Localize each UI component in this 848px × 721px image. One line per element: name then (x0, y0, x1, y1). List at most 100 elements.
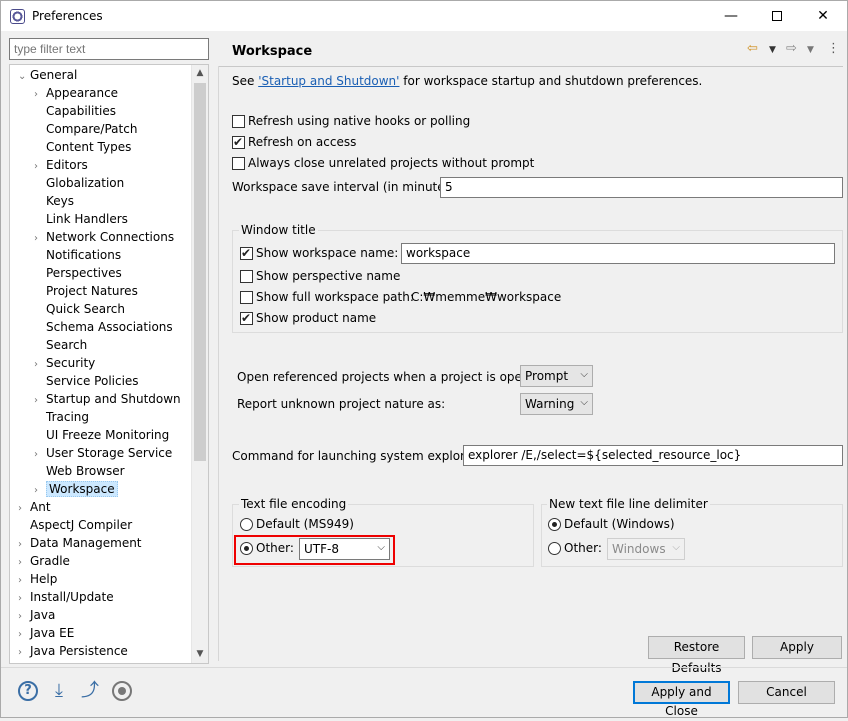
tree-item[interactable]: Notifications (34, 246, 121, 264)
save-interval-field[interactable]: 5 (440, 177, 843, 198)
tree-item[interactable]: Search (34, 336, 87, 354)
tree-item[interactable]: Web Browser (34, 462, 125, 480)
tree-item[interactable]: › Workspace (34, 480, 118, 498)
tree-item[interactable]: › Help (18, 570, 57, 588)
import-icon[interactable]: ⤓ (49, 681, 69, 701)
collapsed-arrow-icon[interactable]: › (18, 644, 28, 662)
tree-item[interactable]: Schema Associations (34, 318, 173, 336)
collapsed-arrow-icon[interactable]: › (18, 536, 28, 554)
collapsed-arrow-icon[interactable]: › (34, 446, 44, 464)
back-arrow-icon[interactable]: ⇦ (747, 41, 758, 56)
export-icon[interactable]: ⤴ (80, 681, 100, 701)
tree-item[interactable]: Service Policies (34, 372, 139, 390)
tree-item-label: Java EE (30, 626, 75, 640)
preferences-tree[interactable]: ›JPT Warnings›Java Persistence›Java EE›J… (9, 64, 209, 664)
filter-input[interactable] (9, 38, 209, 60)
tree-item[interactable]: Quick Search (34, 300, 125, 318)
help-icon[interactable]: ? (18, 681, 38, 701)
tree-item[interactable]: Compare/Patch (34, 120, 137, 138)
tree-item[interactable]: › Java Persistence (18, 642, 128, 660)
tree-item-label: Java (30, 608, 56, 622)
maximize-button[interactable] (754, 1, 800, 31)
full-path-value: C:₩memme₩workspace (411, 290, 562, 304)
tree-item[interactable]: UI Freeze Monitoring (34, 426, 169, 444)
collapsed-arrow-icon[interactable]: › (34, 86, 44, 104)
collapsed-arrow-icon[interactable]: › (34, 230, 44, 248)
tree-item-label: User Storage Service (46, 446, 173, 460)
record-icon[interactable] (112, 681, 132, 701)
tree-item[interactable]: Link Handlers (34, 210, 128, 228)
tree-item[interactable]: › User Storage Service (34, 444, 172, 462)
chevron-down-icon: ⌵ (580, 369, 588, 380)
tree-item[interactable]: › Data Management (18, 534, 142, 552)
collapsed-arrow-icon[interactable]: › (18, 572, 28, 590)
forward-dropdown-icon[interactable]: ▼ (807, 45, 814, 55)
tree-item[interactable]: › Network Connections (34, 228, 174, 246)
eclipse-app-icon (10, 9, 25, 24)
collapsed-arrow-icon[interactable]: › (18, 500, 28, 518)
apply-button[interactable]: Apply (752, 636, 842, 659)
view-menu-icon[interactable]: ⋮ (827, 41, 840, 56)
tree-item[interactable]: Globalization (34, 174, 124, 192)
restore-defaults-button[interactable]: Restore Defaults (648, 636, 745, 675)
show-full-path-checkbox[interactable] (240, 291, 253, 304)
scroll-down-icon[interactable]: ▼ (192, 646, 208, 663)
scroll-up-icon[interactable]: ▲ (192, 65, 208, 82)
collapsed-arrow-icon[interactable]: › (34, 482, 44, 500)
collapsed-arrow-icon[interactable]: › (34, 356, 44, 374)
minimize-button[interactable]: — (708, 1, 754, 31)
scroll-thumb[interactable] (194, 83, 206, 461)
tree-item[interactable]: › Appearance (34, 84, 118, 102)
title-bar: Preferences — ✕ (1, 1, 847, 31)
tree-item[interactable]: › Java EE (18, 624, 74, 642)
collapsed-arrow-icon[interactable]: › (34, 158, 44, 176)
collapsed-arrow-icon[interactable]: › (18, 626, 28, 644)
tree-scrollbar[interactable]: ▲ ▼ (191, 65, 208, 663)
tree-item-label: Capabilities (46, 104, 116, 118)
delimiter-select[interactable]: Windows ⌵ (607, 538, 685, 560)
startup-shutdown-link[interactable]: 'Startup and Shutdown' (258, 74, 399, 88)
tree-item[interactable]: AspectJ Compiler (18, 516, 132, 534)
enc-default-radio[interactable] (240, 518, 253, 531)
tree-item[interactable]: ›JPT Warnings (18, 660, 108, 663)
tree-item[interactable]: › Java (18, 606, 55, 624)
delim-other-radio[interactable] (548, 542, 561, 555)
ws-name-field[interactable]: workspace (401, 243, 835, 264)
collapsed-arrow-icon[interactable]: › (18, 608, 28, 626)
close-button[interactable]: ✕ (800, 1, 846, 31)
tree-item[interactable]: ⌄ General (18, 66, 77, 84)
intro-text: See 'Startup and Shutdown' for workspace… (232, 74, 702, 88)
tree-item[interactable]: Perspectives (34, 264, 122, 282)
tree-item[interactable]: › Install/Update (18, 588, 114, 606)
show-ws-name-checkbox[interactable] (240, 246, 253, 260)
tree-item[interactable]: › Gradle (18, 552, 70, 570)
tree-item[interactable]: Capabilities (34, 102, 116, 120)
cmd-field[interactable]: explorer /E,/select=${selected_resource_… (463, 445, 843, 466)
cancel-button[interactable]: Cancel (738, 681, 835, 704)
tree-item[interactable]: › Security (34, 354, 95, 372)
refresh-native-checkbox[interactable] (232, 115, 245, 128)
apply-close-button[interactable]: Apply and Close (633, 681, 730, 718)
tree-item-label: Appearance (46, 86, 119, 100)
collapsed-arrow-icon[interactable]: › (34, 392, 44, 410)
always-close-checkbox[interactable] (232, 157, 245, 170)
show-product-checkbox[interactable] (240, 311, 253, 325)
tree-item[interactable]: Tracing (34, 408, 89, 426)
delim-default-radio[interactable] (548, 518, 561, 531)
tree-item[interactable]: › Ant (18, 498, 51, 516)
show-perspective-checkbox[interactable] (240, 270, 253, 283)
tree-item[interactable]: Keys (34, 192, 74, 210)
tree-item[interactable]: › Editors (34, 156, 88, 174)
report-nature-select[interactable]: Warning ⌵ (520, 393, 593, 415)
collapsed-arrow-icon[interactable]: › (18, 662, 28, 663)
tree-item[interactable]: Project Natures (34, 282, 138, 300)
forward-arrow-icon[interactable]: ⇨ (786, 41, 797, 56)
collapsed-arrow-icon[interactable]: › (18, 590, 28, 608)
refresh-access-checkbox[interactable] (232, 135, 245, 149)
tree-item[interactable]: Content Types (34, 138, 131, 156)
tree-item[interactable]: › Startup and Shutdown (34, 390, 181, 408)
back-dropdown-icon[interactable]: ▼ (769, 45, 776, 55)
expanded-arrow-icon[interactable]: ⌄ (18, 68, 28, 86)
collapsed-arrow-icon[interactable]: › (18, 554, 28, 572)
open-ref-select[interactable]: Prompt ⌵ (520, 365, 593, 387)
